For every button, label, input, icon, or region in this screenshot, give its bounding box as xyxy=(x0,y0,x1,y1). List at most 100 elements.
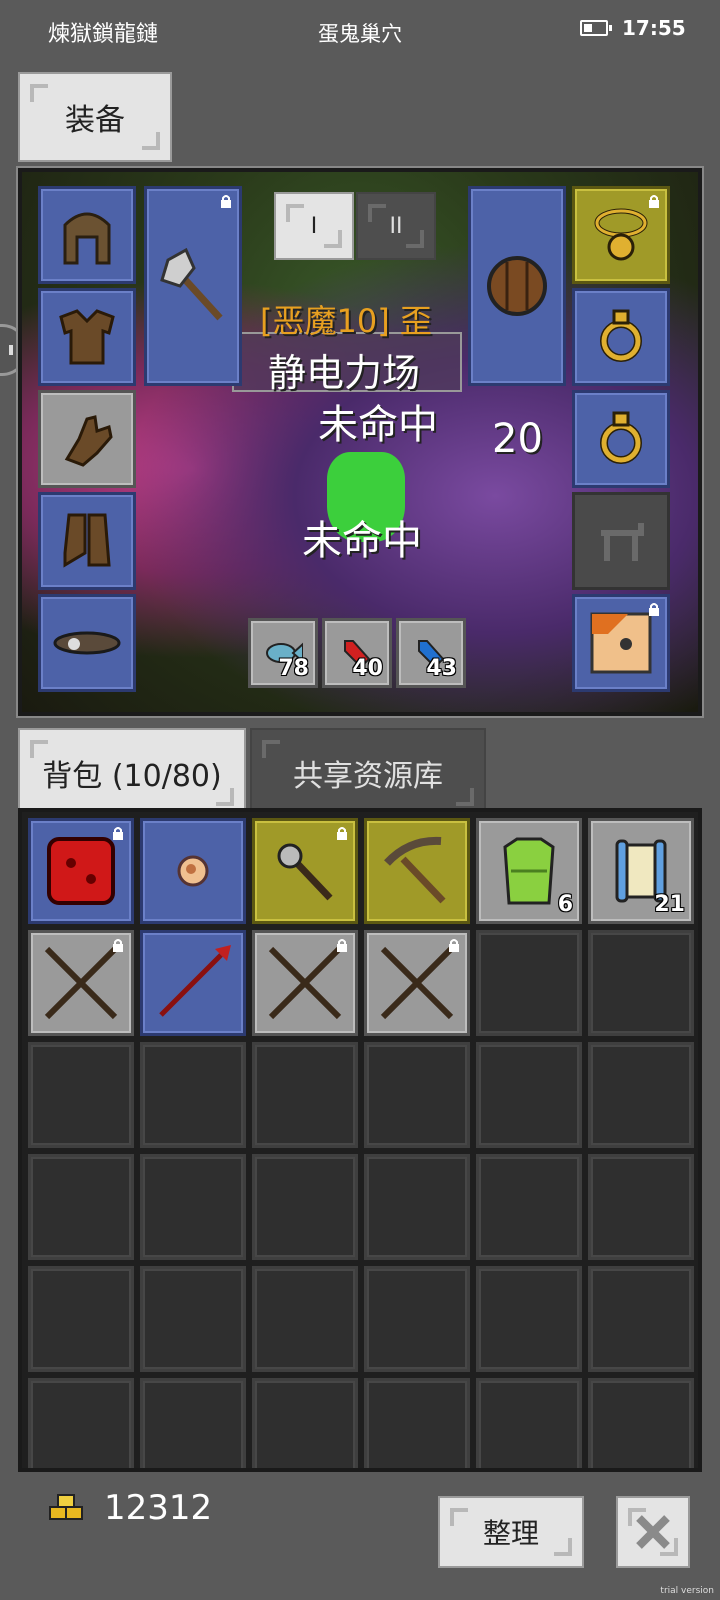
gold-amount: 12312 xyxy=(104,1488,213,1528)
gloves-icon xyxy=(64,415,113,467)
status-center-text: 蛋鬼巢穴 xyxy=(318,22,402,46)
inventory-slot-empty[interactable] xyxy=(588,1266,694,1372)
inventory-slot[interactable]: 21 xyxy=(588,818,694,924)
inventory-slot-empty[interactable] xyxy=(252,1042,358,1148)
boots-icon xyxy=(63,513,111,568)
inventory-slot-empty[interactable] xyxy=(28,1378,134,1468)
inventory-slot[interactable] xyxy=(364,930,470,1036)
sort-button-label: 整理 xyxy=(482,1517,539,1550)
inventory-slot-empty[interactable] xyxy=(140,1266,246,1372)
quick-item-fish-qty: 78 xyxy=(278,656,309,681)
shared-storage-tab[interactable]: 共享资源库 xyxy=(250,728,486,818)
equipment-panel: [恶魔10] 歪 静电力场 未命中 20 未命中 I II 78 40 43 xyxy=(16,166,704,718)
helmet-icon xyxy=(63,212,111,265)
shared-storage-tab-label: 共享资源库 xyxy=(293,759,443,794)
belt-icon xyxy=(53,631,121,655)
inventory-slot-empty[interactable] xyxy=(364,1042,470,1148)
crossed-darts-icon xyxy=(44,946,118,1020)
armor-slot[interactable] xyxy=(38,288,136,386)
inventory-slot-empty[interactable] xyxy=(252,1154,358,1260)
item-qty: 21 xyxy=(654,892,685,917)
inventory-slot-empty[interactable] xyxy=(588,1154,694,1260)
quickslot-tab-1-label: I xyxy=(310,213,318,239)
crossed-darts-icon xyxy=(380,946,454,1020)
gold-display: 12312 xyxy=(48,1488,212,1528)
inventory-slot[interactable] xyxy=(28,930,134,1036)
helmet-slot[interactable] xyxy=(38,186,136,284)
quick-item-blue-potion[interactable]: 43 xyxy=(396,618,466,688)
inventory-grid: 6 21 xyxy=(18,808,702,1472)
equipment-tab[interactable]: 装备 xyxy=(18,72,172,162)
battery-icon xyxy=(580,20,612,36)
quickslot-tab-2-label: II xyxy=(389,213,403,239)
close-button[interactable] xyxy=(616,1496,690,1568)
inventory-slot-empty[interactable] xyxy=(28,1042,134,1148)
inventory-slot[interactable] xyxy=(364,818,470,924)
gloves-slot[interactable] xyxy=(38,390,136,488)
quickslot-tab-1[interactable]: I xyxy=(274,192,354,260)
ring-slot-1[interactable] xyxy=(572,288,670,386)
inventory-slot-empty[interactable] xyxy=(476,1266,582,1372)
enemy-banner: [恶魔10] 歪 xyxy=(260,302,432,340)
shield-icon xyxy=(487,256,547,316)
lock-icon xyxy=(113,939,123,952)
inventory-slot-empty[interactable] xyxy=(588,1042,694,1148)
boots-slot[interactable] xyxy=(38,492,136,590)
quick-item-blue-potion-qty: 43 xyxy=(426,656,457,681)
inventory-slot-empty[interactable] xyxy=(140,1154,246,1260)
inventory-slot-empty[interactable] xyxy=(476,930,582,1036)
inventory-slot-empty[interactable] xyxy=(364,1378,470,1468)
trial-watermark: trial version xyxy=(660,1586,714,1596)
axe-icon xyxy=(160,247,223,321)
quick-item-red-potion[interactable]: 40 xyxy=(322,618,392,688)
belt-slot[interactable] xyxy=(38,594,136,692)
inventory-slot-empty[interactable] xyxy=(588,930,694,1036)
pickaxe-icon xyxy=(384,836,446,904)
quick-item-fish[interactable]: 78 xyxy=(248,618,318,688)
inventory-slot-empty[interactable] xyxy=(28,1266,134,1372)
offhand-slot[interactable] xyxy=(468,186,566,386)
crossed-darts-icon xyxy=(268,946,342,1020)
sort-button[interactable]: 整理 xyxy=(438,1496,584,1568)
artifact-slot-empty[interactable] xyxy=(572,492,670,590)
miss-text-2: 未命中 xyxy=(302,518,422,564)
misc-slot[interactable] xyxy=(572,594,670,692)
inventory-slot-empty[interactable] xyxy=(252,1378,358,1468)
inventory-slot-empty[interactable] xyxy=(588,1378,694,1468)
inventory-slot-empty[interactable] xyxy=(364,1266,470,1372)
spear-icon xyxy=(159,945,231,1017)
backpack-tab-label: 背包 (10/80) xyxy=(42,759,222,794)
spell-name-text: 静电力场 xyxy=(268,351,421,395)
leather-armor-icon xyxy=(59,309,115,365)
inventory-slot[interactable] xyxy=(140,818,246,924)
inventory-slot-empty[interactable] xyxy=(140,1042,246,1148)
close-icon xyxy=(636,1515,670,1549)
ring-slot-2[interactable] xyxy=(572,390,670,488)
lock-icon xyxy=(337,827,347,840)
inventory-slot[interactable] xyxy=(28,818,134,924)
backpack-tab[interactable]: 背包 (10/80) xyxy=(18,728,246,818)
seed-icon xyxy=(177,855,209,887)
inventory-slot[interactable]: 6 xyxy=(476,818,582,924)
quickslot-tab-2[interactable]: II xyxy=(356,192,436,260)
artifact-placeholder-icon xyxy=(601,523,644,561)
status-time: 17:55 xyxy=(622,16,686,40)
inventory-slot-empty[interactable] xyxy=(476,1154,582,1260)
green-seed-pouch-icon xyxy=(503,837,555,905)
inventory-slot-empty[interactable] xyxy=(28,1154,134,1260)
inventory-slot-empty[interactable] xyxy=(140,1378,246,1468)
ring-icon xyxy=(600,309,642,362)
weapon-slot[interactable] xyxy=(144,186,242,386)
lock-icon xyxy=(221,195,231,208)
inventory-slot-empty[interactable] xyxy=(364,1154,470,1260)
inventory-slot[interactable] xyxy=(252,818,358,924)
item-qty: 6 xyxy=(557,892,573,917)
quick-item-red-potion-qty: 40 xyxy=(352,656,383,681)
amulet-slot[interactable] xyxy=(572,186,670,284)
inventory-slot-empty[interactable] xyxy=(476,1042,582,1148)
inventory-slot-empty[interactable] xyxy=(252,1266,358,1372)
mace-icon xyxy=(277,843,333,901)
inventory-slot[interactable] xyxy=(252,930,358,1036)
inventory-slot[interactable] xyxy=(140,930,246,1036)
inventory-slot-empty[interactable] xyxy=(476,1378,582,1468)
